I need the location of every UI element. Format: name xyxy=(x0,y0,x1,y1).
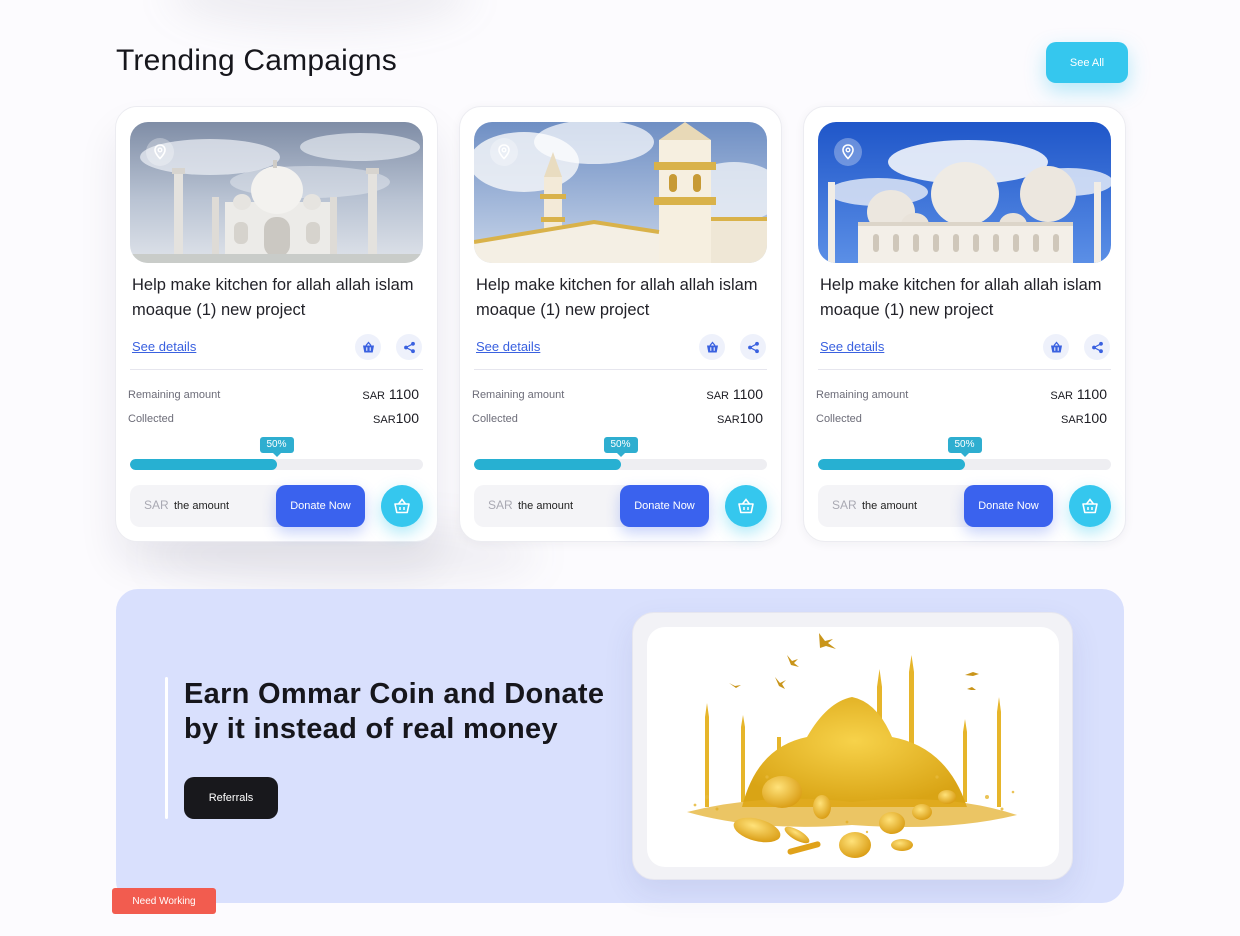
currency-label: SAR xyxy=(1061,414,1084,426)
campaign-title: Help make kitchen for allah allah islam … xyxy=(132,276,414,319)
remaining-amount-label: Remaining amount xyxy=(816,389,909,401)
gold-mosque-illustration xyxy=(647,627,1059,867)
promo-image-frame xyxy=(632,612,1073,880)
amount-number: 100 xyxy=(1083,410,1107,426)
campaign-card[interactable]: Help make kitchen for allah allah islam … xyxy=(459,106,782,542)
collected-label: Collected xyxy=(128,413,174,425)
campaign-cards: Help make kitchen for allah allah islam … xyxy=(115,106,1127,542)
basket-icon[interactable] xyxy=(1043,334,1069,360)
amount-input[interactable] xyxy=(174,496,274,516)
currency-prefix: SAR xyxy=(832,498,857,512)
progress-fill xyxy=(474,459,621,470)
divider xyxy=(130,369,423,370)
amount-input[interactable] xyxy=(518,496,618,516)
cart-icon[interactable] xyxy=(725,485,767,527)
progress-badge: 50% xyxy=(603,437,638,457)
progress-fill xyxy=(818,459,965,470)
decorative-glow xyxy=(170,0,470,30)
progress-bar xyxy=(818,459,1111,470)
donate-now-button[interactable]: Donate Now xyxy=(620,485,709,527)
divider xyxy=(818,369,1111,370)
currency-prefix: SAR xyxy=(488,498,513,512)
currency-label: SAR xyxy=(1050,390,1073,402)
share-icon[interactable] xyxy=(740,334,766,360)
collected-value: SAR100 xyxy=(1061,410,1107,426)
remaining-amount-label: Remaining amount xyxy=(472,389,565,401)
amount-number: 1100 xyxy=(732,386,763,402)
donation-amount-field: SAR Donate Now xyxy=(474,485,709,527)
cart-icon[interactable] xyxy=(1069,485,1111,527)
cart-icon[interactable] xyxy=(381,485,423,527)
currency-label: SAR xyxy=(362,390,385,402)
section-title: Trending Campaigns xyxy=(116,44,397,77)
see-all-button[interactable]: See All xyxy=(1046,42,1128,83)
basket-icon[interactable] xyxy=(699,334,725,360)
amount-number: 1100 xyxy=(388,386,419,402)
amount-number: 100 xyxy=(739,410,763,426)
campaign-image[interactable] xyxy=(130,122,423,263)
remaining-amount-value: SAR 1100 xyxy=(362,386,419,402)
accent-bar xyxy=(165,677,168,819)
promo-banner: Earn Ommar Coin and Donate by it instead… xyxy=(116,589,1124,903)
collected-label: Collected xyxy=(472,413,518,425)
campaign-card[interactable]: Help make kitchen for allah allah islam … xyxy=(803,106,1126,542)
currency-prefix: SAR xyxy=(144,498,169,512)
currency-label: SAR xyxy=(706,390,729,402)
remaining-amount-value: SAR 1100 xyxy=(706,386,763,402)
see-details-link[interactable]: See details xyxy=(476,339,540,354)
amount-input[interactable] xyxy=(862,496,962,516)
share-icon[interactable] xyxy=(396,334,422,360)
referrals-button[interactable]: Referrals xyxy=(184,777,278,819)
campaign-image[interactable] xyxy=(474,122,767,263)
progress-bar xyxy=(130,459,423,470)
see-details-link[interactable]: See details xyxy=(820,339,884,354)
collected-label: Collected xyxy=(816,413,862,425)
basket-icon[interactable] xyxy=(355,334,381,360)
donation-amount-field: SAR Donate Now xyxy=(130,485,365,527)
see-details-link[interactable]: See details xyxy=(132,339,196,354)
location-pin-icon[interactable] xyxy=(490,138,518,166)
collected-value: SAR100 xyxy=(373,410,419,426)
donation-amount-field: SAR Donate Now xyxy=(818,485,1053,527)
currency-label: SAR xyxy=(717,414,740,426)
location-pin-icon[interactable] xyxy=(834,138,862,166)
page: Trending Campaigns See All Help make kit… xyxy=(0,0,1240,936)
location-pin-icon[interactable] xyxy=(146,138,174,166)
campaign-image[interactable] xyxy=(818,122,1111,263)
amount-number: 100 xyxy=(395,410,419,426)
need-working-badge: Need Working xyxy=(112,888,216,914)
donate-now-button[interactable]: Donate Now xyxy=(964,485,1053,527)
currency-label: SAR xyxy=(373,414,396,426)
promo-title: Earn Ommar Coin and Donate by it instead… xyxy=(184,678,605,745)
collected-value: SAR100 xyxy=(717,410,763,426)
progress-badge: 50% xyxy=(947,437,982,457)
divider xyxy=(474,369,767,370)
remaining-amount-label: Remaining amount xyxy=(128,389,221,401)
share-icon[interactable] xyxy=(1084,334,1110,360)
campaign-title: Help make kitchen for allah allah islam … xyxy=(820,276,1102,319)
progress-bar xyxy=(474,459,767,470)
campaign-card[interactable]: Help make kitchen for allah allah islam … xyxy=(115,106,438,542)
remaining-amount-value: SAR 1100 xyxy=(1050,386,1107,402)
progress-badge: 50% xyxy=(259,437,294,457)
amount-number: 1100 xyxy=(1076,386,1107,402)
donate-now-button[interactable]: Donate Now xyxy=(276,485,365,527)
campaign-title: Help make kitchen for allah allah islam … xyxy=(476,276,758,319)
progress-fill xyxy=(130,459,277,470)
